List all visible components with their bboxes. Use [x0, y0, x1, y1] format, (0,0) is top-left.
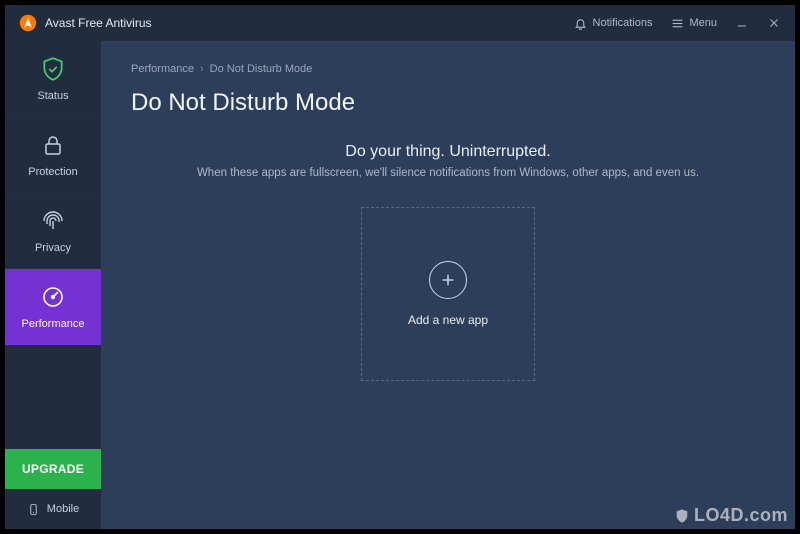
sidebar-item-status[interactable]: Status	[5, 41, 101, 117]
notifications-button[interactable]: Notifications	[574, 16, 653, 30]
lock-icon	[39, 131, 67, 159]
titlebar: Avast Free Antivirus Notifications Menu	[5, 5, 795, 41]
breadcrumb-current: Do Not Disturb Mode	[210, 63, 313, 75]
sidebar-item-performance[interactable]: Performance	[5, 269, 101, 345]
chevron-right-icon: ›	[200, 63, 204, 75]
titlebar-left: Avast Free Antivirus	[19, 14, 152, 32]
gauge-icon	[39, 283, 67, 311]
notifications-label: Notifications	[593, 17, 653, 29]
avast-logo-icon	[19, 14, 37, 32]
add-new-app-label: Add a new app	[408, 313, 488, 327]
hamburger-icon	[670, 16, 684, 30]
shield-check-icon	[39, 55, 67, 83]
menu-button[interactable]: Menu	[670, 16, 717, 30]
watermark-shield-icon	[674, 508, 690, 524]
sidebar-item-label: Status	[37, 90, 68, 102]
close-button[interactable]	[767, 16, 781, 30]
sidebar-item-label: Performance	[22, 318, 85, 330]
sidebar-item-mobile[interactable]: Mobile	[5, 489, 101, 529]
sidebar-item-label: Protection	[28, 166, 78, 178]
watermark: LO4D.com	[674, 505, 788, 526]
breadcrumb: Performance › Do Not Disturb Mode	[131, 63, 765, 75]
mobile-icon	[27, 503, 40, 516]
sidebar-spacer	[5, 345, 101, 449]
sidebar-item-protection[interactable]: Protection	[5, 117, 101, 193]
bell-icon	[574, 16, 588, 30]
app-window: Avast Free Antivirus Notifications Menu	[5, 5, 795, 529]
minimize-button[interactable]	[735, 16, 749, 30]
page-description: When these apps are fullscreen, we'll si…	[131, 167, 765, 179]
menu-label: Menu	[689, 17, 717, 29]
upgrade-label: UPGRADE	[22, 462, 84, 476]
page-heading: Do your thing. Uninterrupted.	[131, 143, 765, 161]
sidebar: Status Protection Privacy Performance	[5, 41, 101, 529]
sidebar-item-privacy[interactable]: Privacy	[5, 193, 101, 269]
watermark-text: LO4D.com	[694, 505, 788, 526]
sidebar-item-label: Privacy	[35, 242, 71, 254]
fingerprint-icon	[39, 207, 67, 235]
mobile-label: Mobile	[47, 503, 79, 515]
app-title: Avast Free Antivirus	[45, 16, 152, 30]
upgrade-button[interactable]: UPGRADE	[5, 449, 101, 489]
window-body: Status Protection Privacy Performance	[5, 41, 795, 529]
add-new-app-card[interactable]: Add a new app	[361, 207, 535, 381]
plus-circle-icon	[429, 261, 467, 299]
breadcrumb-parent[interactable]: Performance	[131, 63, 194, 75]
titlebar-right: Notifications Menu	[574, 16, 781, 30]
page-title: Do Not Disturb Mode	[131, 89, 765, 117]
main-content: Performance › Do Not Disturb Mode Do Not…	[101, 41, 795, 529]
